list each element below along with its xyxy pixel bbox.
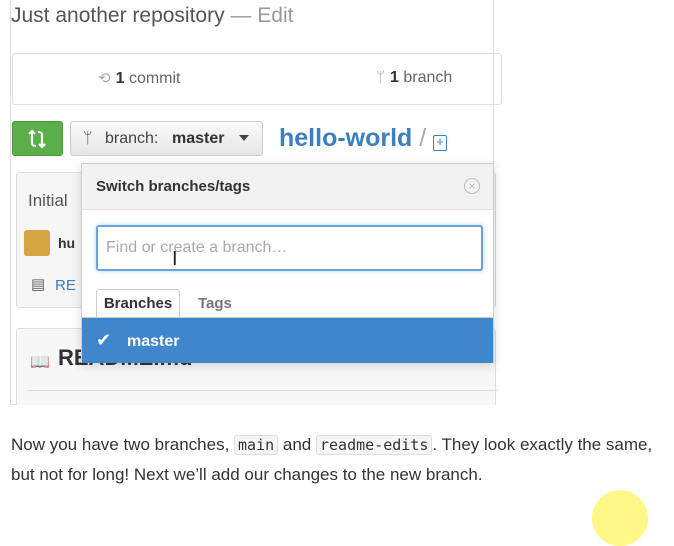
tab-branches[interactable]: Branches [96, 289, 180, 318]
code-readme-edits: readme-edits [316, 435, 433, 455]
history-icon: ⟲ [98, 70, 111, 87]
branch-select-button[interactable]: ᛘ branch: master [70, 121, 263, 156]
branch-icon: ᛘ [376, 69, 386, 86]
repo-description: Just another repository — Edit [11, 4, 293, 28]
breadcrumb: hello-world / [279, 124, 426, 153]
branch-item-master[interactable]: ✔ master [82, 318, 493, 363]
code-main: main [234, 435, 279, 455]
tutorial-paragraph: Now you have two branches, main and read… [11, 435, 653, 484]
book-icon: 📖 [30, 354, 50, 371]
branch-item-label: master [127, 333, 180, 350]
dropdown-header: Switch branches/tags × [82, 164, 493, 210]
compare-button[interactable] [12, 121, 63, 156]
chevron-down-icon [239, 135, 249, 141]
compare-icon [28, 129, 46, 149]
breadcrumb-separator: / [419, 124, 427, 152]
dropdown-title: Switch branches/tags [96, 178, 251, 195]
branch-prefix: branch: [105, 130, 159, 147]
repo-name-link[interactable]: hello-world [279, 124, 412, 152]
branch-filter-input[interactable] [96, 225, 483, 271]
close-icon[interactable]: × [464, 178, 480, 194]
commit-message[interactable]: Initial [28, 191, 68, 211]
commits-stat[interactable]: ⟲ 1 commit [98, 69, 181, 88]
avatar [24, 230, 50, 256]
branches-stat[interactable]: ᛘ1 branch [376, 69, 452, 87]
branch-icon: ᛘ [83, 130, 93, 147]
cursor-highlight [592, 490, 648, 546]
edit-link[interactable]: — Edit [230, 4, 293, 27]
file-icon: ▤ [31, 276, 46, 293]
repo-description-text: Just another repository [11, 4, 225, 27]
add-file-icon[interactable]: + [433, 135, 447, 151]
text-cursor-icon: I [172, 248, 178, 270]
tab-tags[interactable]: Tags [198, 295, 232, 312]
repo-stats-bar: ⟲ 1 commit ᛘ1 branch [12, 53, 502, 105]
check-icon: ✔ [96, 330, 112, 350]
file-link[interactable]: RE [55, 277, 76, 294]
current-branch-label: master [172, 130, 225, 147]
branch-switcher-dropdown: Switch branches/tags × I Branches Tags ✔… [81, 163, 494, 363]
commit-author[interactable]: hu [58, 235, 75, 251]
